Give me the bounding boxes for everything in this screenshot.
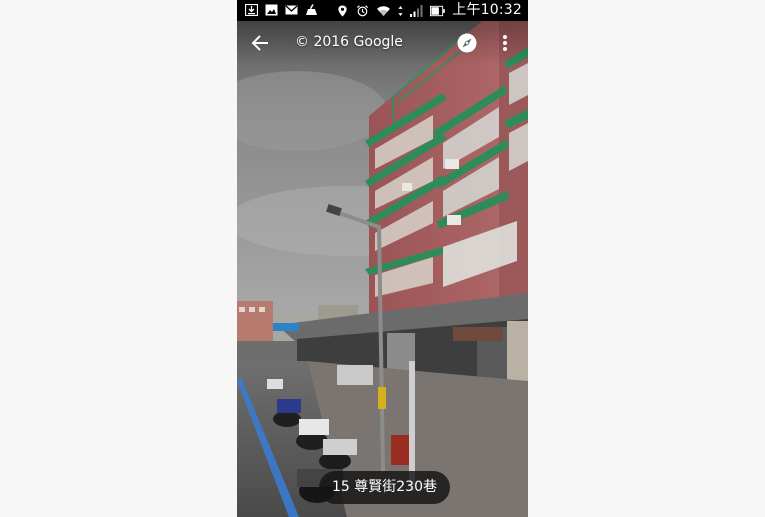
- panorama-image[interactable]: [237, 21, 528, 517]
- signal-icon: [410, 4, 423, 17]
- download-icon: [245, 4, 258, 16]
- status-bar-system: 上午10:32: [336, 2, 522, 19]
- address-label[interactable]: 15 尊賢街230巷: [319, 471, 450, 504]
- image-icon: [265, 4, 278, 16]
- gmail-icon: [285, 5, 298, 15]
- copyright-text: © 2016 Google: [295, 34, 403, 50]
- data-arrows-icon: [398, 5, 403, 16]
- cleaner-icon: [306, 4, 317, 15]
- location-icon: [338, 4, 347, 17]
- battery-icon: [430, 5, 446, 16]
- more-vert-icon[interactable]: [495, 32, 515, 54]
- status-bar-time: 上午10:32: [452, 2, 522, 18]
- alarm-icon: [357, 4, 369, 16]
- status-bar: 上午10:32: [237, 0, 528, 21]
- street-view-toolbar: © 2016 Google: [237, 21, 528, 65]
- phone-screen: 上午10:32 © 2016 Google 15 尊賢街230巷: [237, 0, 528, 517]
- wifi-icon: [377, 5, 391, 16]
- status-bar-notifications: [245, 4, 318, 16]
- arrow-back-icon[interactable]: [249, 32, 271, 54]
- compass-icon[interactable]: [456, 32, 478, 54]
- street-view-panorama[interactable]: [237, 21, 528, 517]
